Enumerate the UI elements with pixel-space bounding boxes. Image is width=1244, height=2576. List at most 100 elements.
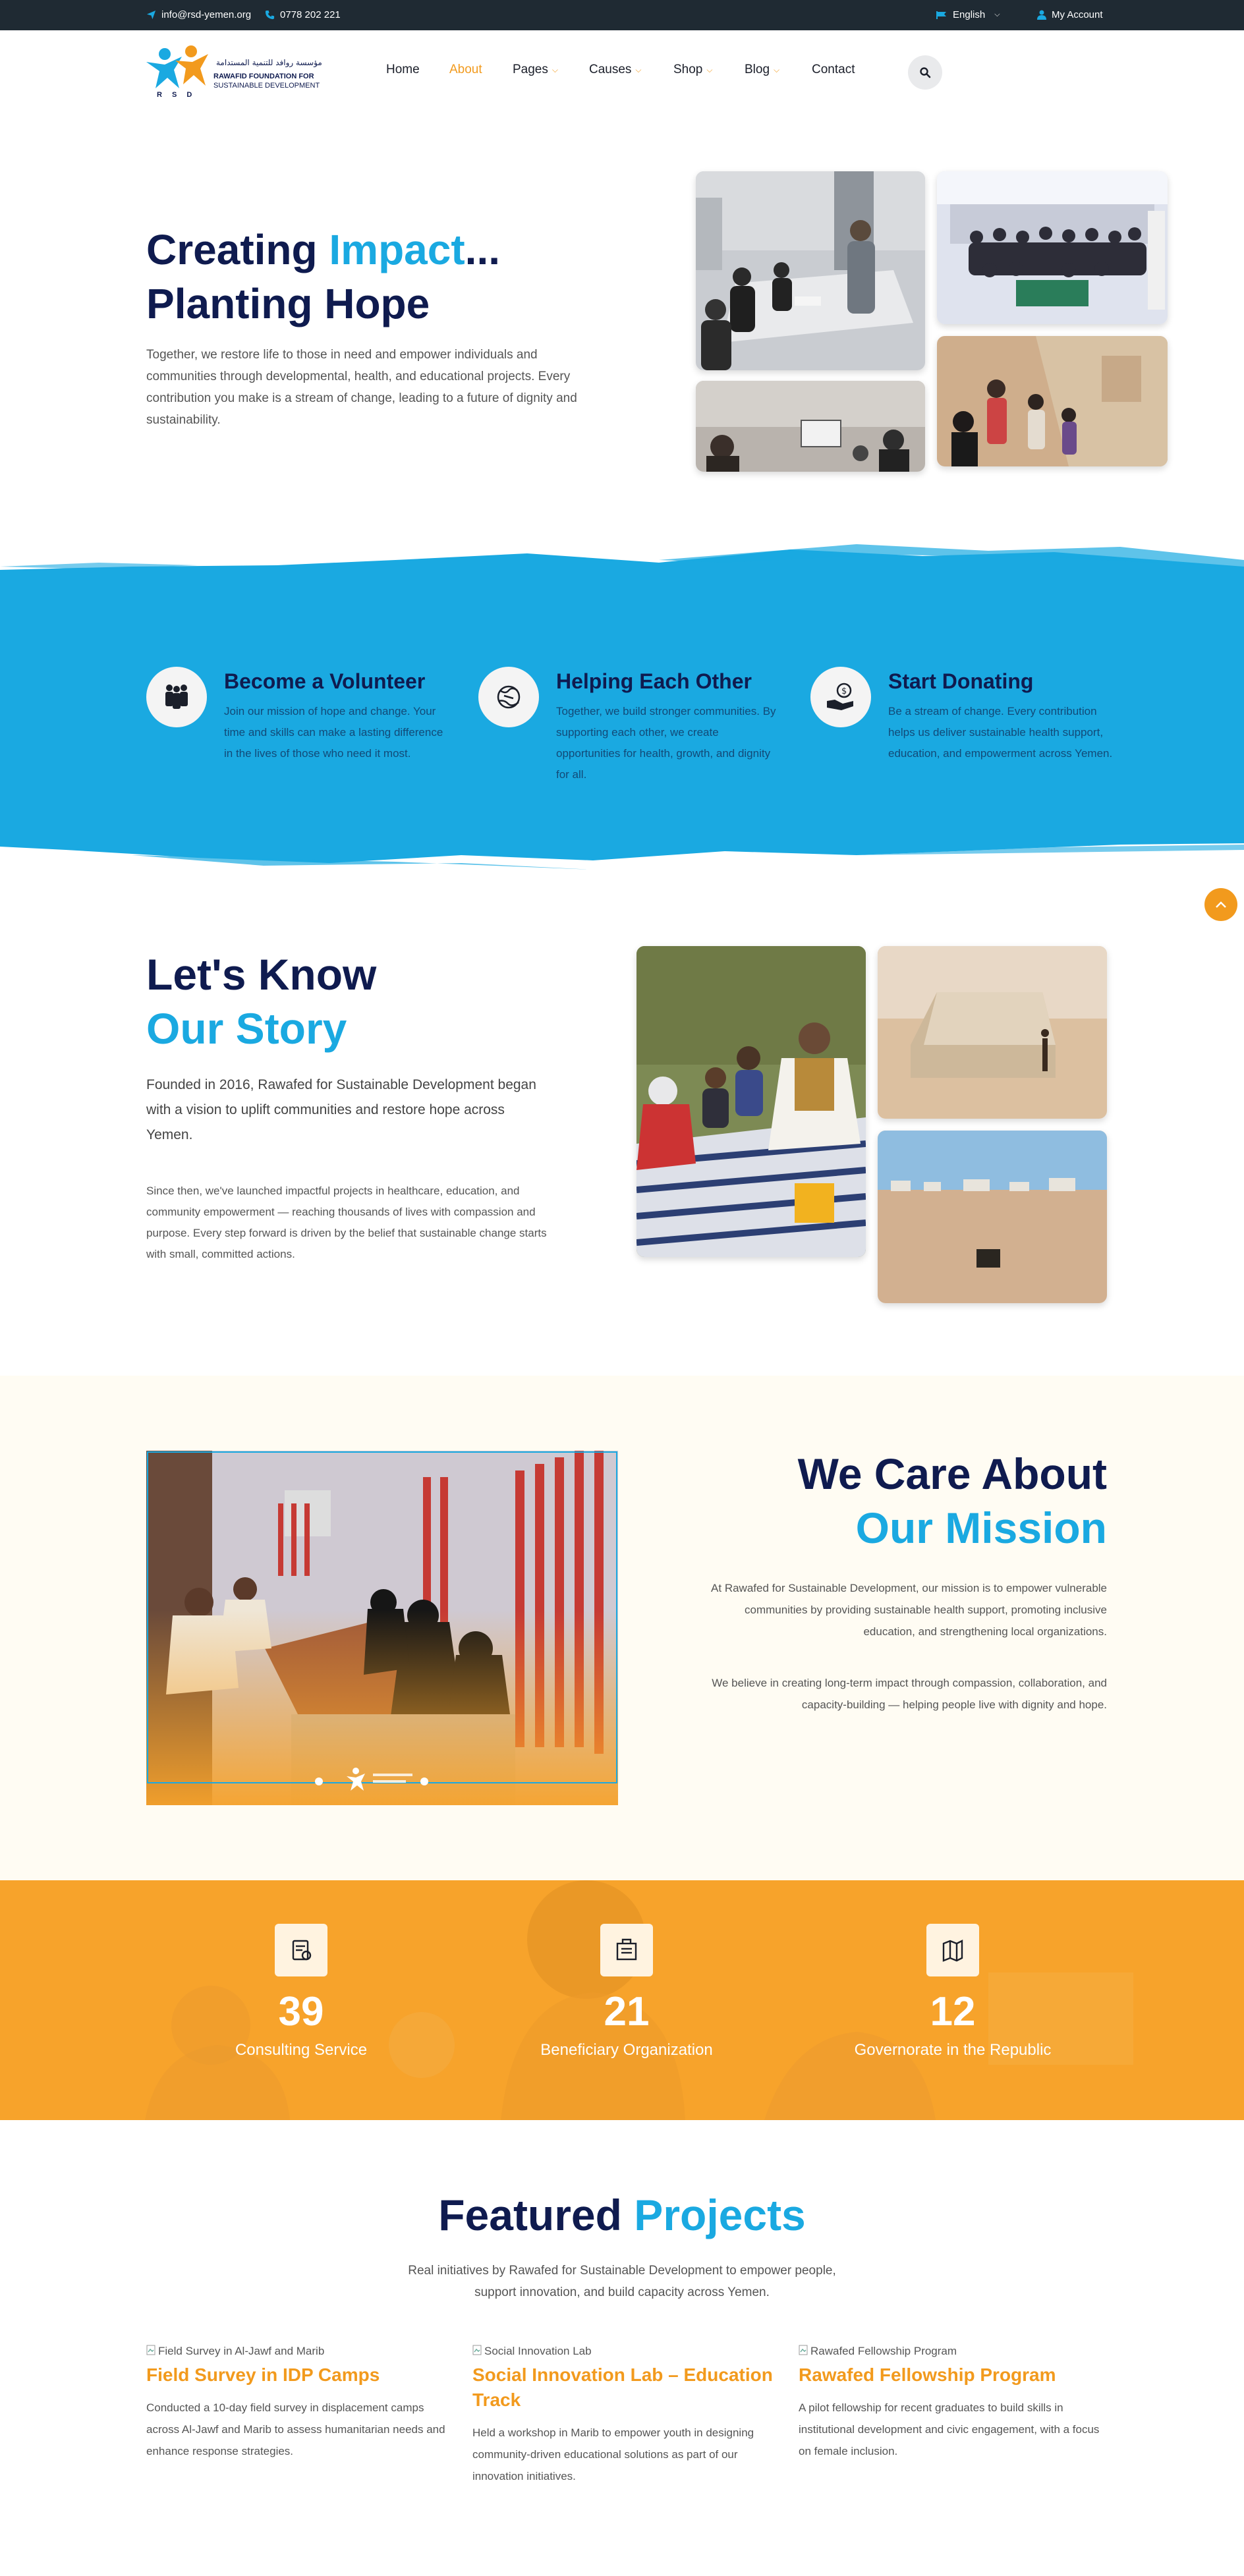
user-icon	[1037, 10, 1046, 20]
nav-label: Home	[386, 63, 420, 76]
hero-title-highlight: Impact	[329, 226, 465, 273]
stat-governorates: 12 Governorate in the Republic	[808, 1880, 1098, 2059]
project-text: Held a workshop in Marib to empower yout…	[472, 2426, 754, 2482]
mission-title-line1: We Care About	[797, 1449, 1107, 1498]
projects-title-highlight: Projects	[634, 2191, 806, 2239]
feature-title: Helping Each Other	[556, 669, 752, 693]
svg-text:$: $	[841, 686, 847, 696]
chevron-down-icon: ⌵	[994, 11, 1000, 18]
project-title[interactable]: Field Survey in IDP Camps	[146, 2363, 456, 2388]
projects-subtitle: Real initiatives by Rawafed for Sustaina…	[408, 2264, 836, 2299]
mission-title: We Care About Our Mission	[798, 1447, 1107, 1555]
feature-title: Start Donating	[888, 669, 1034, 693]
project-image: Rawafed Fellowship Program	[799, 2344, 1108, 2359]
mission-text-1: At Rawafed for Sustainable Development, …	[711, 1582, 1107, 1638]
chevron-down-icon: ⌵	[551, 65, 558, 74]
phone-text: 0778 202 221	[280, 9, 341, 20]
project-card[interactable]: Field Survey in Al-Jawf and Marib Field …	[146, 2344, 456, 2462]
hero-photo-workshop	[696, 381, 925, 472]
hero-title-line2: Planting Hope	[146, 280, 430, 327]
project-title[interactable]: Rawafed Fellowship Program	[799, 2363, 1108, 2388]
donate-icon: $	[810, 667, 871, 727]
nav-shop[interactable]: Shop ⌵	[673, 63, 712, 77]
chevron-down-icon: ⌵	[635, 65, 642, 74]
nav-label: Shop	[673, 63, 703, 76]
story-lead: Founded in 2016, Rawafed for Sustainable…	[146, 1077, 536, 1142]
stats-section: 39 Consulting Service 21 Beneficiary Org…	[0, 1880, 1244, 2120]
search-icon	[920, 67, 931, 78]
project-image: Social Innovation Lab	[472, 2344, 782, 2359]
nav-pages[interactable]: Pages ⌵	[513, 63, 558, 77]
mission-text-2: We believe in creating long-term impact …	[712, 1677, 1107, 1711]
broken-image-icon	[799, 2345, 808, 2359]
language-selector[interactable]: English ⌵	[936, 9, 1000, 20]
hero-description: Together, we restore life to those in ne…	[146, 348, 577, 427]
top-bar: info@rsd-yemen.org 0778 202 221 English …	[0, 0, 1244, 30]
nav-label: Causes	[589, 63, 632, 76]
logo-english-line2: SUSTAINABLE DEVELOPMENT	[213, 82, 320, 90]
story-text: Since then, we've launched impactful pro…	[146, 1185, 547, 1260]
stat-label: Governorate in the Republic	[854, 2041, 1052, 2059]
nav-label: Pages	[513, 63, 548, 76]
story-photo-tent	[636, 946, 866, 1257]
stat-value: 12	[930, 1989, 976, 2034]
mission-photo-carousel[interactable]	[146, 1451, 618, 1805]
mission-title-line2: Our Mission	[855, 1503, 1107, 1552]
phone-icon	[265, 10, 275, 20]
image-alt-text: Field Survey in Al-Jawf and Marib	[158, 2345, 325, 2357]
site-logo[interactable]: R S D مؤسسة روافد للتنمية المستدامة RAWA…	[142, 41, 333, 104]
hero-title-part: Creating	[146, 226, 329, 273]
project-image: Field Survey in Al-Jawf and Marib	[146, 2344, 456, 2359]
story-photo-desert-tent	[878, 946, 1107, 1119]
feature-text: Join our mission of hope and change. You…	[224, 705, 443, 760]
image-alt-text: Social Innovation Lab	[484, 2345, 592, 2357]
story-title-line1: Let's Know	[146, 950, 377, 999]
consulting-icon	[275, 1924, 327, 1976]
project-title[interactable]: Social Innovation Lab – Education Track	[472, 2363, 782, 2413]
nav-causes[interactable]: Causes ⌵	[589, 63, 642, 77]
chevron-down-icon: ⌵	[774, 65, 780, 74]
hero-photo-children	[937, 336, 1168, 466]
account-label: My Account	[1052, 9, 1103, 20]
hero-title: Creating Impact... Planting Hope	[146, 223, 500, 331]
projects-title-part: Featured	[438, 2191, 635, 2239]
nav-blog[interactable]: Blog ⌵	[745, 63, 779, 77]
phone-link[interactable]: 0778 202 221	[265, 9, 341, 20]
chevron-down-icon: ⌵	[706, 65, 713, 74]
chevron-up-icon	[1216, 900, 1226, 908]
stat-organizations: 21 Beneficiary Organization	[482, 1880, 772, 2059]
hero-title-part: ...	[465, 226, 500, 273]
project-text: Conducted a 10-day field survey in displ…	[146, 2401, 445, 2457]
feature-text: Together, we build stronger communities.…	[556, 705, 776, 781]
project-card[interactable]: Social Innovation Lab Social Innovation …	[472, 2344, 782, 2487]
projects-title: Featured Projects	[0, 2190, 1244, 2240]
nav-label: Contact	[812, 63, 855, 76]
email-text: info@rsd-yemen.org	[161, 9, 252, 20]
stat-value: 39	[278, 1989, 324, 2034]
story-title-line2: Our Story	[146, 1004, 347, 1053]
email-link[interactable]: info@rsd-yemen.org	[146, 9, 251, 20]
organization-icon	[600, 1924, 653, 1976]
stat-consulting: 39 Consulting Service	[156, 1880, 446, 2059]
stat-label: Consulting Service	[235, 2041, 368, 2059]
scroll-to-top-button[interactable]	[1204, 888, 1237, 921]
flag-icon	[936, 11, 947, 20]
search-button[interactable]	[908, 55, 942, 90]
nav-home[interactable]: Home	[386, 63, 420, 77]
my-account-link[interactable]: My Account	[1037, 9, 1103, 20]
feature-text: Be a stream of change. Every contributio…	[888, 705, 1113, 760]
volunteers-icon	[146, 667, 207, 727]
hero-photo-group	[937, 171, 1168, 324]
language-label: English	[953, 9, 986, 20]
stat-label: Beneficiary Organization	[540, 2041, 713, 2059]
stat-value: 21	[604, 1989, 650, 2034]
project-text: A pilot fellowship for recent graduates …	[799, 2401, 1100, 2457]
site-header: R S D مؤسسة روافد للتنمية المستدامة RAWA…	[0, 30, 1244, 112]
nav-contact[interactable]: Contact	[812, 63, 855, 77]
feature-title: Become a Volunteer	[224, 669, 426, 693]
story-photo-camp	[878, 1131, 1107, 1303]
project-card[interactable]: Rawafed Fellowship Program Rawafed Fello…	[799, 2344, 1108, 2462]
nav-label: About	[449, 63, 482, 76]
broken-image-icon	[472, 2345, 482, 2359]
nav-about[interactable]: About	[449, 63, 482, 77]
